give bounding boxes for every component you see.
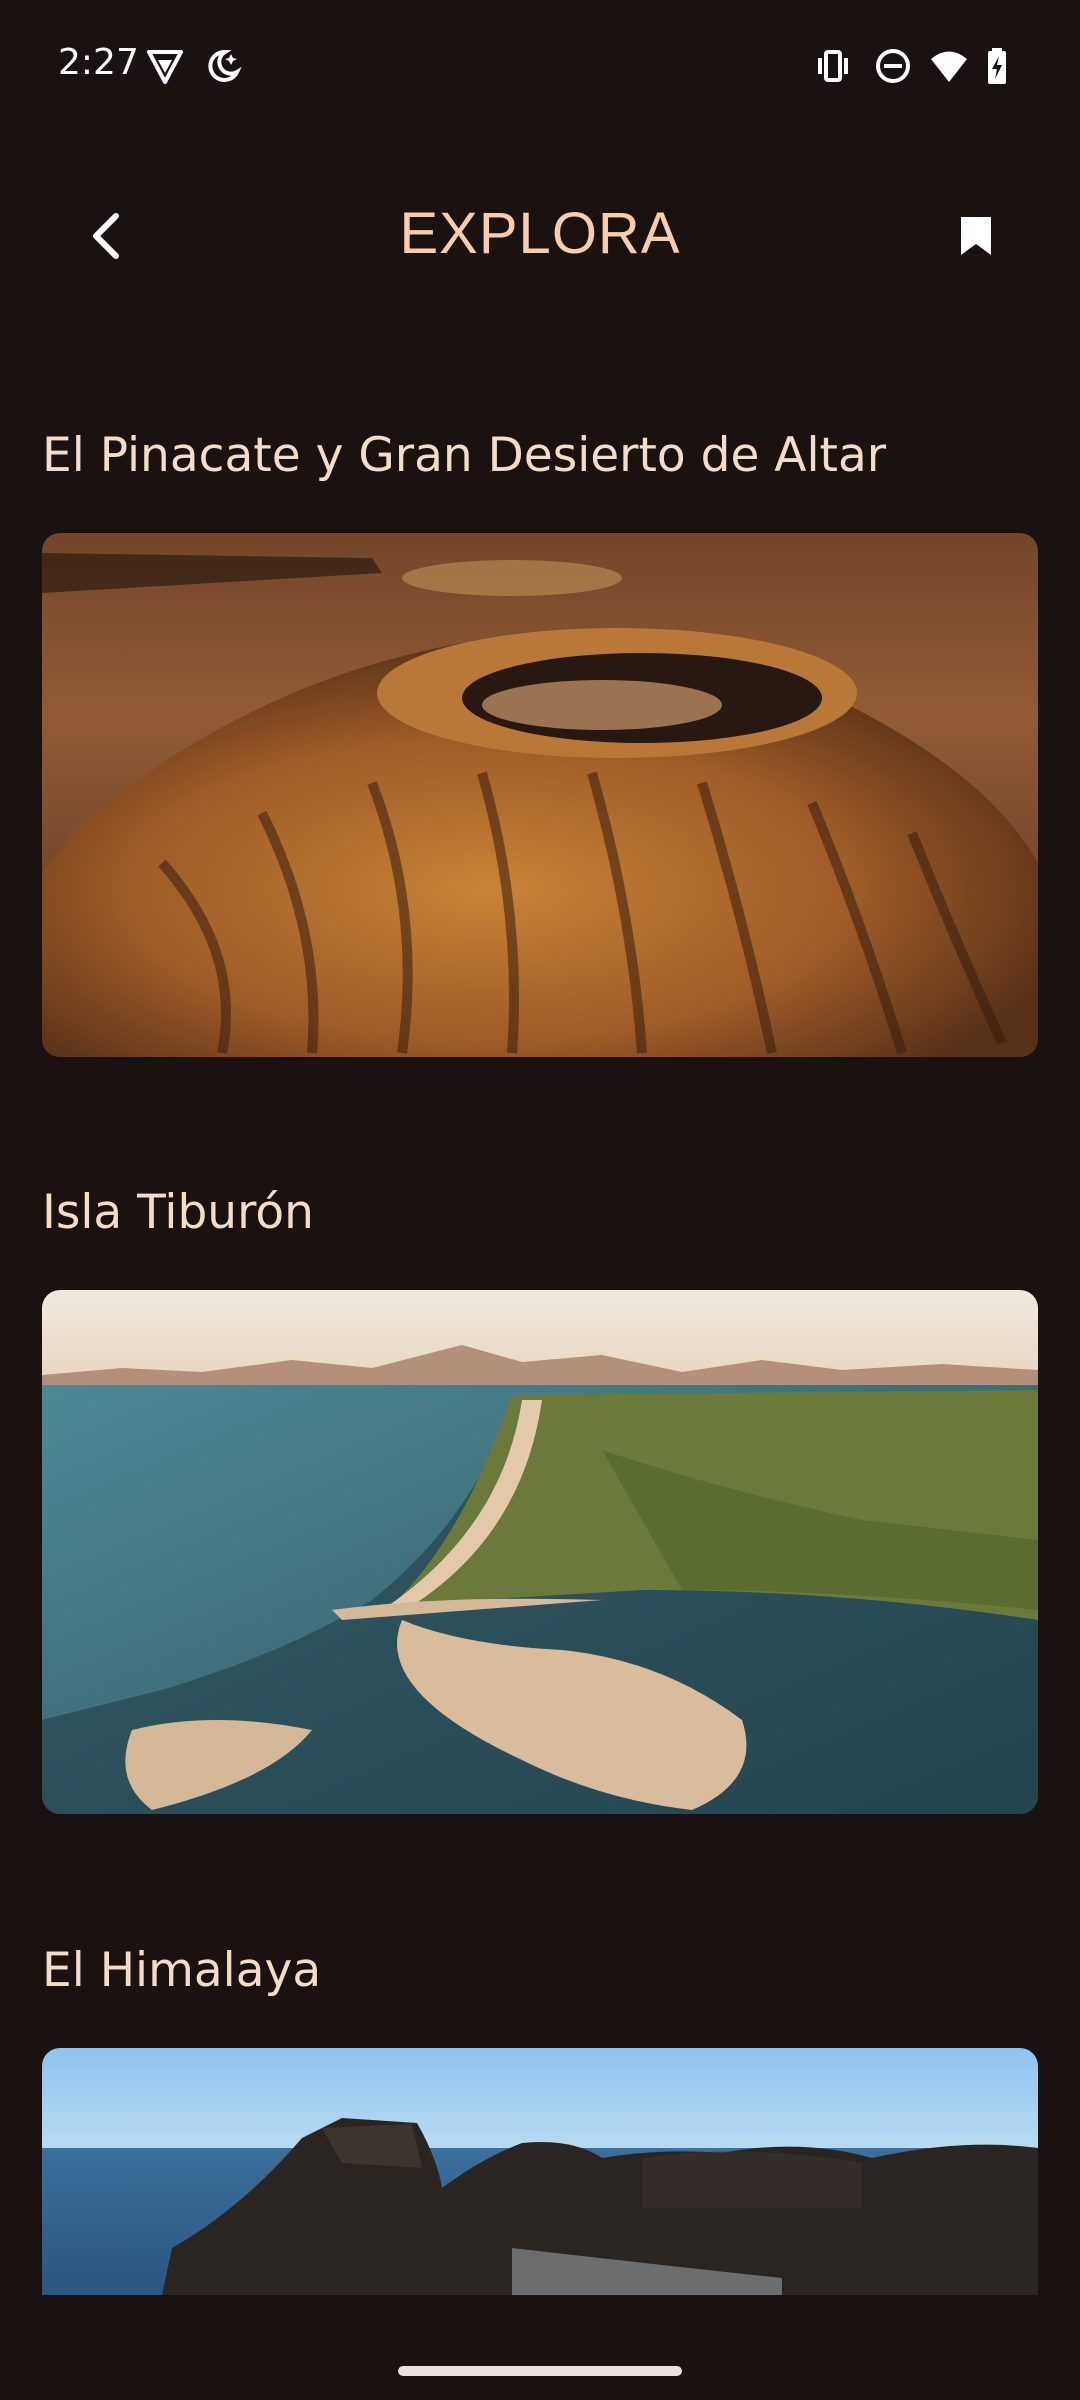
- coastal-sandbar-photo[interactable]: [42, 1290, 1038, 1814]
- desert-crater-photo[interactable]: [42, 533, 1038, 1057]
- vpn-shield-icon: [145, 46, 185, 86]
- bedtime-moon-icon: [203, 46, 243, 86]
- app-bar: EXPLORA: [0, 170, 1080, 305]
- battery-charging-icon: [978, 46, 1018, 86]
- status-bar: 2:27: [0, 0, 1080, 132]
- home-indicator[interactable]: [398, 2366, 682, 2376]
- bookmark-button[interactable]: [938, 198, 1014, 274]
- status-time: 2:27: [58, 42, 139, 83]
- destination-title[interactable]: El Himalaya: [42, 1943, 321, 1998]
- page-title: EXPLORA: [399, 201, 681, 266]
- do-not-disturb-icon: [873, 46, 913, 86]
- vibrate-icon: [813, 46, 853, 86]
- rocky-coast-photo[interactable]: [42, 2048, 1038, 2295]
- destination-title[interactable]: El Pinacate y Gran Desierto de Altar: [42, 428, 886, 483]
- destination-title[interactable]: Isla Tiburón: [42, 1185, 314, 1240]
- wifi-icon: [929, 46, 969, 86]
- bookmark-icon: [961, 217, 991, 255]
